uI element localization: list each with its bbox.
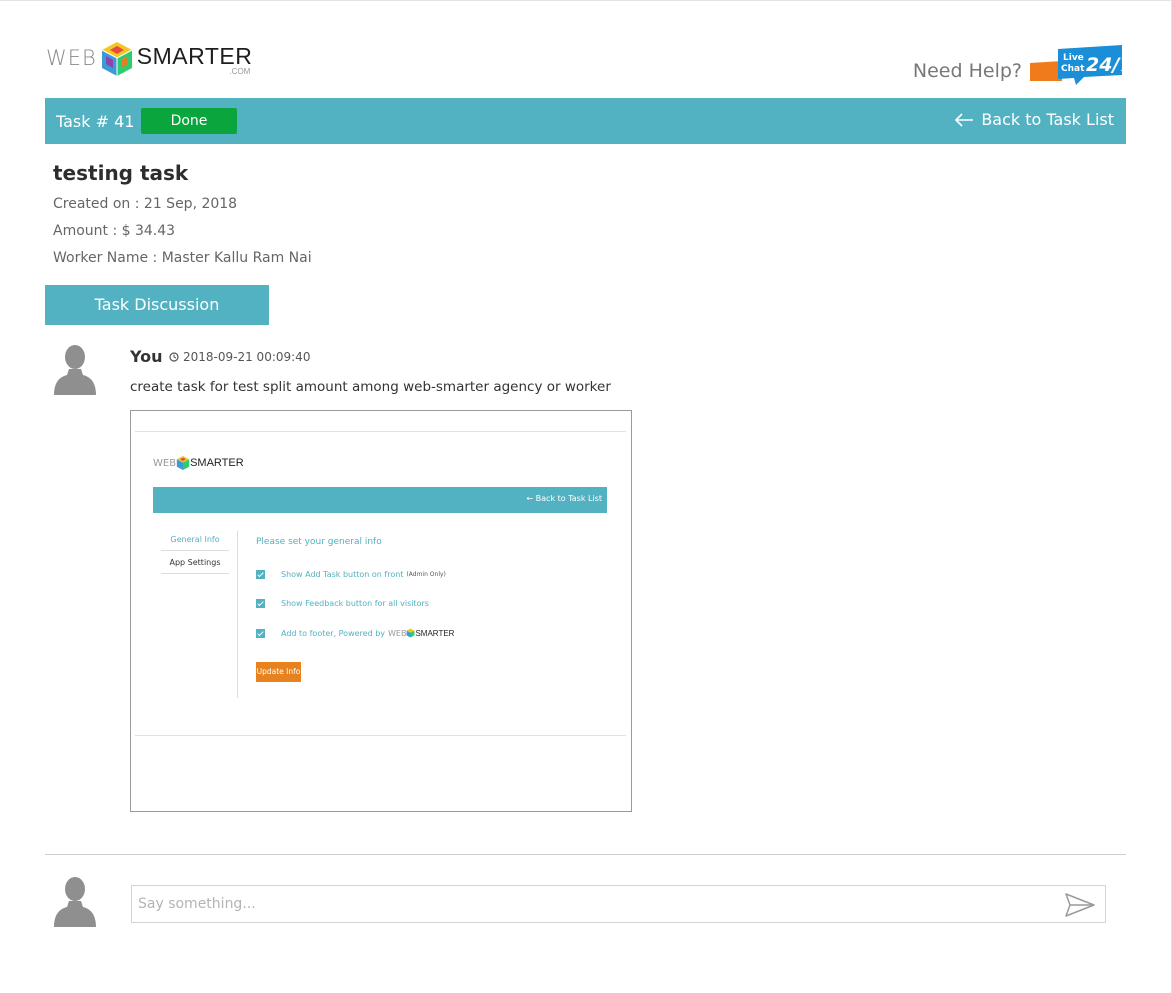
chat-badge-hours: 24/7	[1086, 54, 1124, 76]
message-compose-box	[131, 885, 1106, 923]
attachment-teal-bar: ← Back to Task List	[153, 487, 607, 513]
attachment-option-note: (Admin Only)	[406, 571, 446, 578]
chat-badge-line1: Live	[1063, 53, 1084, 63]
attachment-option-label: Add to footer, Powered by	[281, 628, 386, 638]
attachment-option-row: Show Feedback button for all visitors	[256, 599, 429, 608]
attachment-update-info-button: Update Info	[256, 662, 301, 682]
powered-by-smarter: SMARTER	[415, 628, 455, 638]
user-avatar-icon	[54, 345, 96, 395]
attachment-bottom-line	[135, 735, 626, 736]
logo-smarter-text: SMARTER	[136, 43, 253, 69]
back-link-label: Back to Task List	[981, 110, 1114, 129]
websmarter-logo[interactable]: WEB SMARTER .COM	[46, 40, 252, 80]
attachment-option-row: Show Add Task button on front (Admin Onl…	[256, 570, 446, 579]
attachment-top-line	[135, 431, 626, 432]
task-worker-name: Worker Name : Master Kallu Ram Nai	[53, 250, 312, 266]
arrow-left-icon	[955, 112, 974, 127]
attachment-vertical-separator	[237, 531, 238, 698]
need-help-text: Need Help?	[912, 60, 1022, 82]
rubik-cube-icon	[101, 42, 133, 76]
task-title: testing task	[53, 161, 189, 185]
rubik-cube-icon	[176, 456, 190, 470]
attachment-option-label: Show Add Task button on front	[281, 570, 404, 579]
message-timestamp-text: 2018-09-21 00:09:40	[183, 350, 311, 364]
task-header-bar: Task # 41 Done Back to Task List	[45, 98, 1126, 144]
message-author: You	[130, 347, 163, 366]
checkbox-checked-icon	[256, 599, 265, 608]
attachment-logo-smarter: SMARTER	[190, 457, 244, 469]
logo-dotcom-text: .COM	[229, 67, 251, 76]
checkbox-checked-icon	[256, 570, 265, 579]
message-text: create task for test split amount among …	[130, 379, 611, 395]
attachment-menu-separator	[161, 573, 229, 574]
chat-badge-line2: Chat	[1061, 64, 1085, 74]
powered-by-web: WEB	[388, 628, 407, 638]
checkbox-checked-icon	[256, 628, 265, 638]
attachment-back-link: ← Back to Task List	[526, 494, 602, 503]
attachment-option-row: Add to footer, Powered by WEB SMARTER	[256, 628, 454, 638]
need-help-link[interactable]: Need Help? Live Chat 24/7	[913, 45, 1124, 85]
attachment-option-label: Show Feedback button for all visitors	[281, 599, 429, 608]
attachment-menu-general-info: General Info	[170, 535, 220, 544]
compose-divider	[45, 854, 1126, 855]
message-attachment-image[interactable]: WEB SMARTER ← Back to Task List General …	[130, 410, 632, 812]
page-top-border	[0, 0, 1172, 1]
attachment-menu-separator	[161, 550, 229, 551]
user-avatar-icon	[54, 877, 96, 927]
task-amount: Amount : $ 34.43	[53, 223, 176, 239]
message-input[interactable]	[138, 892, 1038, 916]
tab-task-discussion[interactable]: Task Discussion	[45, 285, 269, 325]
status-badge: Done	[141, 108, 237, 134]
message-timestamp: 2018-09-21 00:09:40	[169, 350, 310, 364]
attachment-heading: Please set your general info	[256, 537, 382, 547]
rubik-cube-icon	[407, 628, 415, 638]
task-created-date: Created on : 21 Sep, 2018	[53, 196, 238, 212]
back-to-task-list-link[interactable]: Back to Task List	[954, 110, 1114, 129]
attachment-menu-app-settings: App Settings	[169, 558, 221, 567]
clock-icon	[169, 352, 179, 362]
attachment-logo-web: WEB	[153, 457, 177, 469]
attachment-logo: WEB SMARTER	[153, 455, 244, 471]
live-chat-icon: Live Chat 24/7	[1030, 45, 1124, 85]
logo-web-text: WEB	[46, 46, 97, 70]
send-icon[interactable]	[1065, 893, 1095, 917]
task-number: Task # 41	[56, 112, 135, 131]
